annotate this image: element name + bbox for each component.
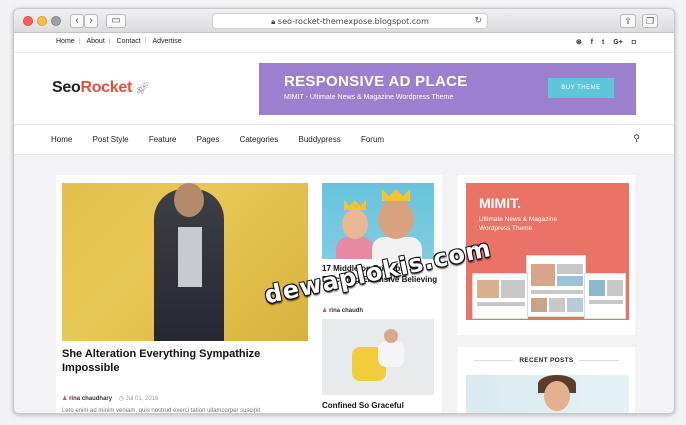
facebook-icon[interactable]: f — [591, 39, 593, 46]
search-icon[interactable]: ⚲ — [633, 133, 640, 144]
rss-icon[interactable]: ⊛ — [576, 39, 582, 46]
nav-feature[interactable]: Feature — [149, 135, 177, 144]
side-post-2-image[interactable] — [322, 319, 434, 395]
recent-posts-widget: RECENT POSTS — [458, 347, 635, 413]
minimize-window-button[interactable] — [37, 16, 47, 26]
zoom-window-button[interactable] — [51, 16, 61, 26]
main-nav-items: Home Post Style Feature Pages Categories… — [51, 135, 402, 144]
share-icon[interactable]: ⇪ — [620, 14, 636, 28]
featured-author[interactable]: rina chaudhary — [69, 396, 112, 402]
reload-icon[interactable]: ↻ — [474, 14, 482, 29]
author-icon: ♟ — [322, 308, 328, 314]
logo-part1: Seo — [52, 79, 81, 96]
sidebar-toggle-icon[interactable]: ▭ — [106, 14, 126, 28]
google-plus-icon[interactable]: G+ — [613, 39, 623, 46]
forward-button[interactable]: › — [84, 14, 98, 28]
side-post-1-author[interactable]: rina chaudh — [329, 308, 363, 314]
top-link-home[interactable]: Home — [52, 38, 79, 45]
address-bar[interactable]: 🔒︎ seo-rocket-themexpose.blogspot.com ↻ — [212, 13, 488, 29]
browser-titlebar: ‹ › ▭ 🔒︎ seo-rocket-themexpose.blogspot.… — [14, 9, 674, 33]
nav-buddypress[interactable]: Buddypress — [298, 135, 340, 144]
nav-forum[interactable]: Forum — [361, 135, 384, 144]
top-bar: Home | About | Contact | Advertise ⊛ f t G+… — [14, 33, 674, 53]
mimit-title: MIMIT. — [479, 195, 521, 211]
header-ad-banner[interactable]: RESPONSIVE AD PLACE MIMIT - Ultimate New… — [259, 63, 636, 115]
instagram-icon[interactable]: ◘ — [632, 39, 636, 46]
featured-title[interactable]: She Alteration Everything Sympathize Imp… — [62, 347, 312, 375]
author-icon: ♟ — [62, 396, 68, 402]
ad-subtitle: MIMIT - Ultimate News & Magazine Wordpre… — [284, 94, 454, 101]
back-button[interactable]: ‹ — [70, 14, 84, 28]
nav-categories[interactable]: Categories — [240, 135, 279, 144]
featured-meta: ♟ rina chaudhary ◷ Jul 01, 2016 — [62, 395, 158, 402]
theme-preview-image-2 — [472, 273, 528, 319]
top-link-advertise[interactable]: Advertise — [148, 38, 185, 45]
buy-theme-button[interactable]: BUY THEME — [548, 78, 614, 98]
featured-image[interactable] — [62, 183, 308, 341]
address-url: seo-rocket-themexpose.blogspot.com — [277, 17, 429, 26]
browser-window: ‹ › ▭ 🔒︎ seo-rocket-themexpose.blogspot.… — [13, 8, 675, 414]
site-logo[interactable]: SeoRocket 🚀︎ — [52, 79, 150, 97]
nav-post-style[interactable]: Post Style — [93, 135, 129, 144]
close-window-button[interactable] — [23, 16, 33, 26]
social-icons: ⊛ f t G+ ◘ — [569, 38, 636, 46]
side-post-1-meta: ♟ rina chaudh — [322, 307, 363, 314]
main-nav: Home Post Style Feature Pages Categories… — [14, 125, 674, 155]
web-page: Home | About | Contact | Advertise ⊛ f t G+… — [14, 33, 674, 414]
featured-excerpt: Leto enim ad minim veniam, quis nostrud … — [62, 408, 261, 414]
lock-icon: 🔒︎ — [271, 17, 278, 26]
site-header: SeoRocket 🚀︎ RESPONSIVE AD PLACE MIMIT - … — [14, 53, 674, 125]
nav-pages[interactable]: Pages — [197, 135, 220, 144]
logo-part2: Rocket — [80, 79, 133, 96]
twitter-icon[interactable]: t — [602, 39, 604, 46]
side-post-2-title[interactable]: Confined So Graceful — [322, 401, 404, 410]
featured-date: Jul 01, 2016 — [125, 396, 159, 402]
top-link-contact[interactable]: Contact — [113, 38, 145, 45]
tabs-icon[interactable]: ❐ — [642, 14, 658, 28]
top-links: Home | About | Contact | Advertise — [52, 38, 186, 45]
top-link-about[interactable]: About — [82, 38, 108, 45]
recent-post-image[interactable] — [466, 375, 629, 413]
featured-section: She Alteration Everything Sympathize Imp… — [56, 175, 442, 414]
nav-home[interactable]: Home — [51, 135, 72, 144]
mimit-subtitle: Ultimate News & Magazine Wordpress Theme — [479, 216, 558, 232]
side-post-1-image[interactable] — [322, 183, 434, 259]
rocket-icon: 🚀︎ — [135, 81, 150, 95]
theme-preview-image — [526, 255, 586, 317]
theme-preview-image-3 — [584, 273, 626, 319]
ad-title: RESPONSIVE AD PLACE — [284, 73, 468, 90]
clock-icon: ◷ — [118, 396, 124, 402]
